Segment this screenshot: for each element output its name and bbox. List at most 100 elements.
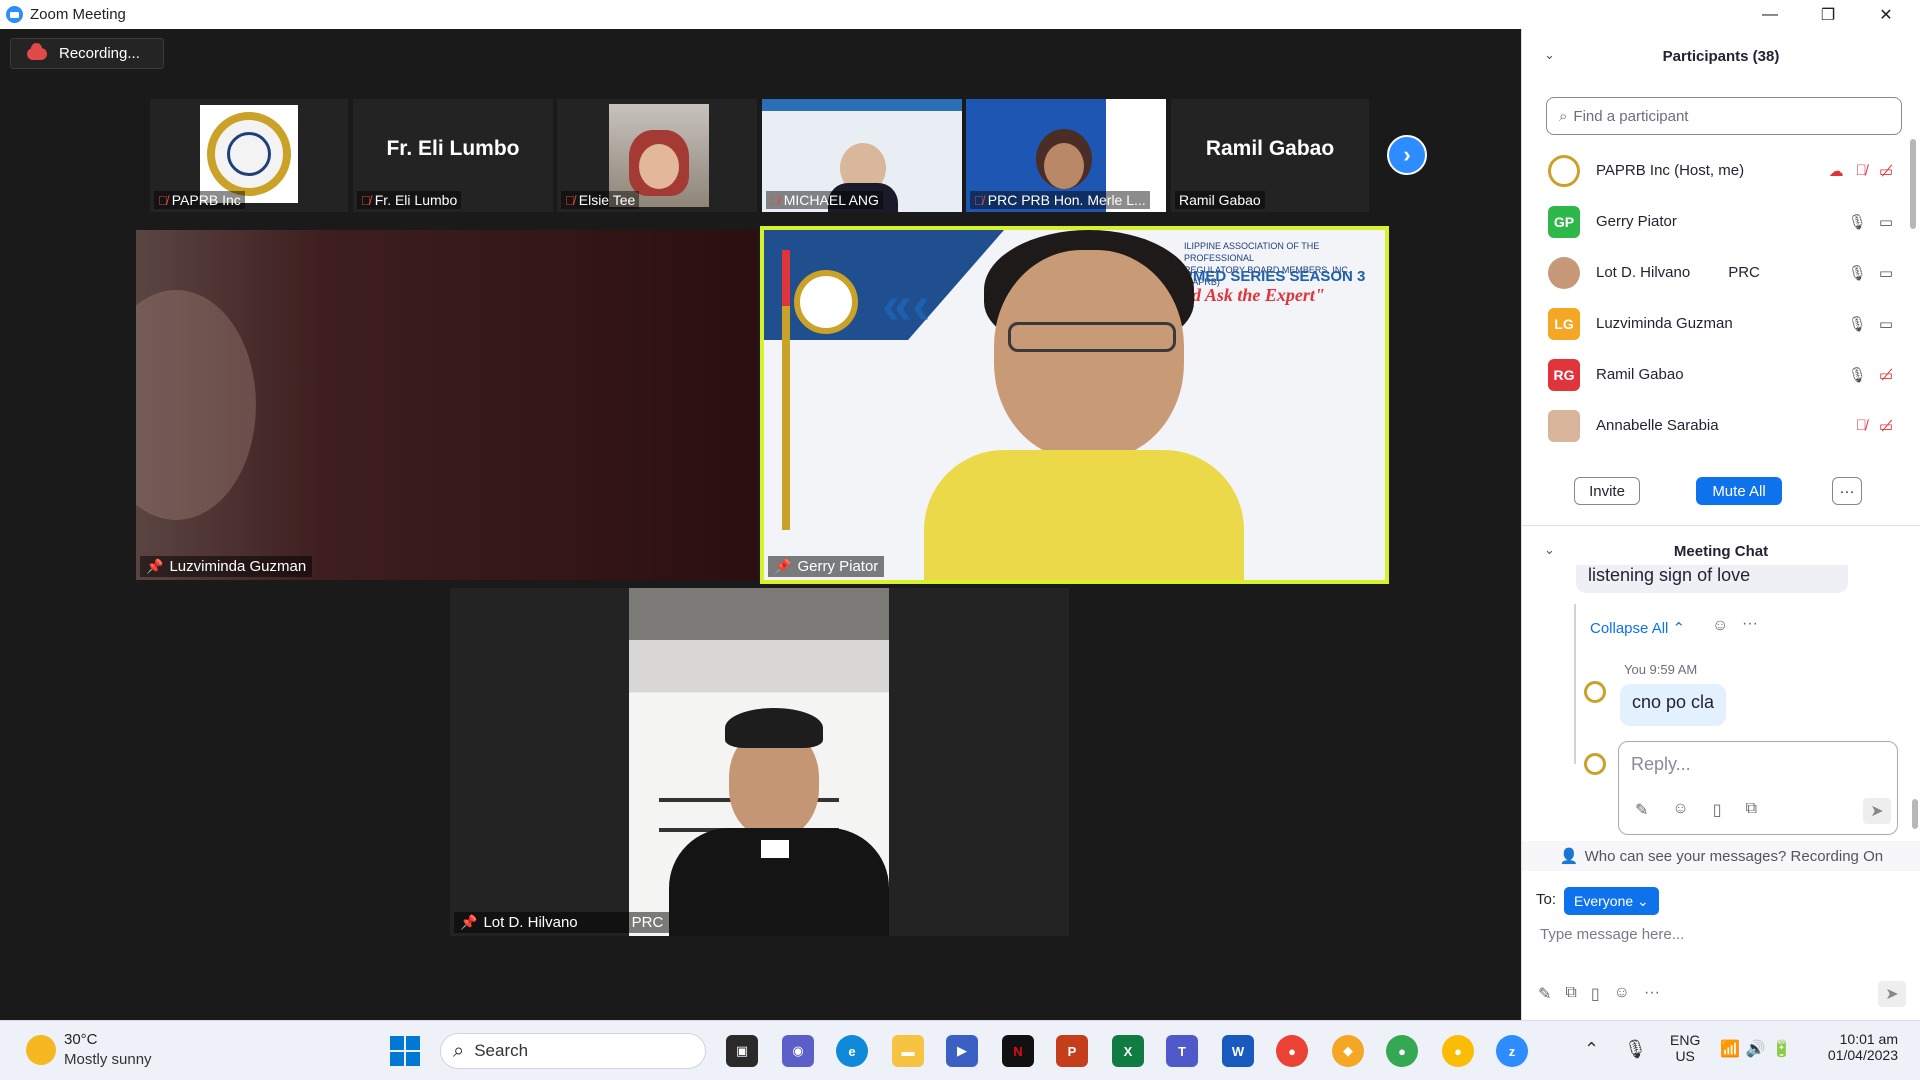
format-icon[interactable]: ✎ — [1635, 800, 1648, 820]
chat-app-icon[interactable]: ◉ — [782, 1035, 814, 1067]
chat-scrollbar[interactable] — [1912, 799, 1918, 829]
message-input[interactable]: Type message here... — [1540, 926, 1684, 943]
chrome-icon[interactable]: ● — [1276, 1035, 1308, 1067]
language-line-1: ENG — [1670, 1032, 1701, 1048]
video-off-icon[interactable]: ▭̸ — [1879, 162, 1893, 180]
video-tile-luzviminda[interactable]: 📌 Luzviminda Guzman — [136, 230, 758, 580]
weather-desc[interactable]: Mostly sunny — [64, 1051, 152, 1068]
language-indicator[interactable]: ENG US — [1670, 1032, 1700, 1064]
emoji-reaction-icon[interactable]: ☺ — [1712, 617, 1728, 635]
screenshot-icon[interactable]: ⧉ — [1746, 800, 1757, 820]
emoji-icon[interactable]: ☺ — [1672, 800, 1688, 820]
mic-icon[interactable]: 🎙 — [1848, 315, 1867, 333]
video-icon[interactable]: ▭ — [1879, 264, 1893, 282]
close-button[interactable]: ✕ — [1857, 0, 1915, 29]
minimize-button[interactable]: — — [1741, 0, 1799, 29]
mic-icon[interactable]: 🎙 — [1848, 264, 1867, 282]
more-options-button[interactable]: ··· — [1832, 477, 1862, 505]
participant-row[interactable]: Annabelle Sarabia 🎙̸ ▭̸ — [1522, 400, 1920, 451]
video-off-icon[interactable]: ▭̸ — [1879, 417, 1893, 435]
meeting-video-area: Recording... 🎙̸ PAPRB Inc Fr. Eli Lumbo 🎙… — [0, 29, 1520, 1020]
thumbnail-michael-ang[interactable]: 🎙̸ MICHAEL ANG — [762, 99, 962, 212]
muted-mic-icon: 🎙̸ — [158, 192, 168, 208]
video-tile-lot-hilvano[interactable]: 📌 Lot D. Hilvano PRC — [450, 588, 1069, 936]
participant-row[interactable]: GP Gerry Piator 🎙 ▭ — [1522, 196, 1920, 247]
avatar — [1548, 154, 1580, 187]
clock-date: 01/04/2023 — [1827, 1047, 1898, 1063]
weather-temp[interactable]: 30°C — [64, 1031, 98, 1048]
video-tile-gerry-piator[interactable]: «‹ ILIPPINE ASSOCIATION OF THE PROFESSIO… — [760, 226, 1389, 584]
thumbnail-paprb[interactable]: 🎙̸ PAPRB Inc — [150, 99, 348, 212]
emoji-icon[interactable]: ☺ — [1614, 984, 1630, 1004]
mic-icon[interactable]: 🎙 — [1848, 213, 1867, 231]
show-hidden-icons-icon[interactable]: ⌃ — [1584, 1039, 1599, 1060]
thumbnail-ramil-gabao[interactable]: Ramil Gabao Ramil Gabao — [1171, 99, 1369, 212]
thumbnail-elsie-tee[interactable]: 🎙̸ Elsie Tee — [557, 99, 757, 212]
send-message-icon[interactable]: ➤ — [1878, 981, 1906, 1007]
more-icon[interactable]: ··· — [1644, 984, 1660, 1004]
mic-icon[interactable]: 🎙 — [1848, 366, 1867, 384]
tile-org-tag: PRC — [631, 914, 664, 931]
powerpoint-icon[interactable]: P — [1056, 1035, 1088, 1067]
network-volume-battery-icon[interactable]: 📶🔊🔋 — [1720, 1039, 1798, 1059]
edge-icon[interactable]: e — [836, 1035, 868, 1067]
file-explorer-icon[interactable]: ▬ — [892, 1035, 924, 1067]
format-icon[interactable]: ✎ — [1538, 984, 1551, 1004]
netflix-icon[interactable]: N — [1002, 1035, 1034, 1067]
participants-scrollbar[interactable] — [1910, 139, 1916, 229]
recipient-dropdown[interactable]: Everyone ⌄ — [1564, 887, 1659, 915]
taskbar-search[interactable]: ⌕ Search — [440, 1033, 706, 1069]
zoom-app-icon[interactable]: ▶ — [946, 1035, 978, 1067]
window-title: Zoom Meeting — [30, 6, 126, 23]
thumbnail-merle[interactable]: 🎙̸ PRC PRB Hon. Merle L... — [966, 99, 1166, 212]
more-actions-icon[interactable]: ··· — [1742, 615, 1758, 633]
word-icon[interactable]: W — [1222, 1035, 1254, 1067]
avatar — [1548, 256, 1580, 289]
microphone-icon[interactable]: 🎙 — [1624, 1039, 1647, 1060]
restore-button[interactable]: ❐ — [1799, 0, 1857, 29]
participant-tag: PRC — [1728, 264, 1760, 281]
muted-mic-icon: 🎙̸ — [770, 192, 780, 208]
file-icon[interactable]: ▯ — [1713, 800, 1722, 820]
taskbar-search-label: Search — [474, 1041, 529, 1060]
task-view-icon[interactable]: ▣ — [726, 1035, 758, 1067]
thumbnail-eli-lumbo[interactable]: Fr. Eli Lumbo 🎙̸ Fr. Eli Lumbo — [353, 99, 553, 212]
weather-icon[interactable] — [26, 1035, 56, 1065]
participant-row[interactable]: Lot D. Hilvano PRC 🎙 ▭ — [1522, 247, 1920, 298]
send-reply-icon[interactable]: ➤ — [1863, 798, 1891, 824]
screenshot-icon[interactable]: ⧉ — [1565, 984, 1576, 1004]
participant-name: Gerry Piator — [1596, 213, 1677, 230]
mic-muted-icon[interactable]: 🎙̸ — [1856, 417, 1867, 434]
pin-icon: 📌 — [774, 558, 792, 574]
windows-start-icon[interactable] — [390, 1036, 420, 1066]
mic-muted-icon[interactable]: 🎙̸ — [1856, 162, 1867, 179]
recording-indicator[interactable]: Recording... — [10, 38, 164, 69]
participant-search-input[interactable]: ⌕ Find a participant — [1546, 97, 1902, 135]
reply-placeholder: Reply... — [1631, 754, 1691, 774]
muted-mic-icon: 🎙̸ — [974, 192, 984, 208]
next-page-arrow-icon[interactable]: › — [1387, 135, 1427, 175]
reply-input[interactable]: Reply... ✎ ☺ ▯ ⧉ ➤ — [1618, 741, 1898, 835]
zoom-taskbar-icon[interactable]: z — [1496, 1035, 1528, 1067]
clock[interactable]: 10:01 am 01/04/2023 — [1818, 1031, 1898, 1063]
invite-button[interactable]: Invite — [1574, 477, 1640, 505]
file-icon[interactable]: ▯ — [1591, 984, 1600, 1004]
browser-icon[interactable]: ◆ — [1332, 1035, 1364, 1067]
chrome-profile-icon[interactable]: ● — [1386, 1035, 1418, 1067]
participant-row[interactable]: LG Luzviminda Guzman 🎙 ▭ — [1522, 298, 1920, 349]
title-bar: Zoom Meeting — ❐ ✕ — [0, 0, 1920, 29]
collapse-all-link[interactable]: Collapse All ⌃ — [1590, 619, 1685, 637]
chat-privacy-notice[interactable]: 👤 Who can see your messages? Recording On — [1522, 841, 1920, 871]
chrome-profile-2-icon[interactable]: ● — [1442, 1035, 1474, 1067]
participant-row[interactable]: PAPRB Inc (Host, me) ☁ 🎙̸ ▭̸ — [1522, 145, 1920, 196]
participant-row[interactable]: RG Ramil Gabao 🎙 ▭̸ — [1522, 349, 1920, 400]
tile-name: Gerry Piator — [797, 558, 879, 575]
mute-all-button[interactable]: Mute All — [1696, 477, 1782, 505]
video-off-icon[interactable]: ▭̸ — [1879, 366, 1893, 384]
recording-label: Recording... — [59, 45, 140, 62]
teams-icon[interactable]: T — [1166, 1035, 1198, 1067]
video-icon[interactable]: ▭ — [1879, 213, 1893, 231]
video-icon[interactable]: ▭ — [1879, 315, 1893, 333]
excel-icon[interactable]: X — [1112, 1035, 1144, 1067]
tile-name: Luzviminda Guzman — [169, 558, 307, 575]
